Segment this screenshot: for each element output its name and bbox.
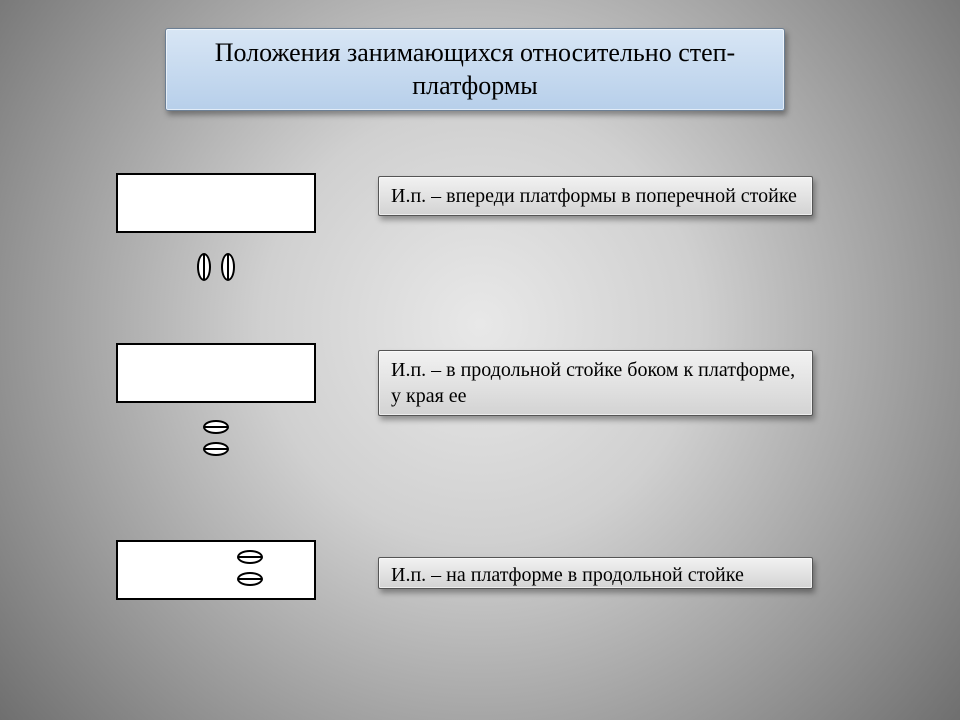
position-description: И.п. – впереди платформы в поперечной ст… [378,176,813,216]
foot-icon [221,253,235,281]
platform-icon [116,343,316,403]
slide-title: Положения занимающихся относительно степ… [165,28,785,111]
platform-icon [116,540,316,600]
foot-icon [203,442,229,456]
foot-icon [237,550,263,564]
position-description: И.п. – на платформе в продольной стойке [378,557,813,589]
foot-icon [237,572,263,586]
slide: Положения занимающихся относительно степ… [0,0,960,720]
foot-icon [197,253,211,281]
platform-icon [116,173,316,233]
foot-icon [203,420,229,434]
position-description: И.п. – в продольной стойке боком к платф… [378,350,813,416]
